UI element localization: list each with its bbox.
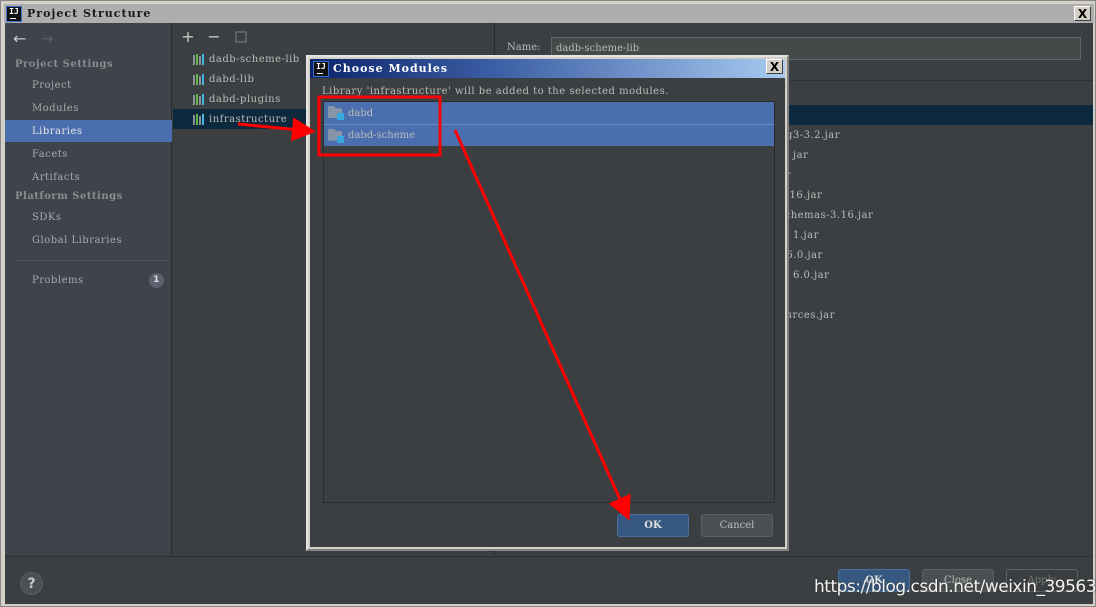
module-folder-icon	[328, 106, 344, 120]
watermark-text: https://blog.csdn.net/weixin_39563780	[814, 577, 1096, 597]
sidebar-item-label: Problems	[32, 274, 84, 286]
intellij-logo-icon: IJ	[6, 5, 22, 22]
library-label: dabd-plugins	[209, 93, 281, 105]
sidebar-item-project[interactable]: Project	[5, 74, 172, 96]
sidebar-item-facets[interactable]: Facets	[5, 143, 172, 165]
modal-close-button[interactable]: X	[766, 59, 783, 74]
library-label: dabd-lib	[209, 73, 255, 85]
sidebar-item-label: Artifacts	[32, 171, 81, 183]
add-library-button[interactable]: +	[181, 27, 195, 46]
project-settings-header: Project Settings	[15, 59, 114, 70]
sidebar-item-problems[interactable]: Problems 1	[5, 269, 172, 291]
module-label: dabd	[348, 107, 374, 119]
modal-title: Choose Modules	[333, 62, 449, 75]
module-item-selected[interactable]: dabd	[324, 102, 774, 124]
choose-modules-dialog: IJ Choose Modules X Library 'infrastruct…	[306, 55, 789, 551]
sidebar-item-modules[interactable]: Modules	[5, 97, 172, 119]
forward-arrow-icon[interactable]: →	[40, 29, 53, 48]
title-bar: IJ Project Structure	[4, 4, 1094, 23]
problems-count-badge: 1	[149, 272, 164, 288]
name-label: Name:	[507, 42, 541, 53]
window-title: Project Structure	[27, 7, 152, 20]
copy-icon[interactable]	[235, 30, 247, 43]
settings-sidebar: ← → Project Settings Project Modules Lib…	[5, 23, 172, 555]
library-icon	[193, 93, 204, 105]
intellij-logo-icon: IJ	[313, 60, 329, 77]
sidebar-item-label: Modules	[32, 102, 79, 114]
jar-entry[interactable]: jar	[793, 150, 808, 161]
sidebar-item-label: SDKs	[32, 211, 62, 223]
sidebar-item-global-libraries[interactable]: Global Libraries	[5, 229, 172, 251]
module-label: dabd-scheme	[348, 130, 416, 141]
library-icon	[193, 53, 204, 65]
window-close-button[interactable]: X	[1074, 6, 1091, 21]
sidebar-item-label: Global Libraries	[32, 234, 122, 246]
remove-library-button[interactable]: −	[207, 27, 221, 46]
sidebar-divider	[17, 260, 167, 261]
help-button[interactable]: ?	[20, 572, 43, 595]
modal-message: Library 'infrastructure' will be added t…	[322, 86, 669, 97]
jar-entry[interactable]: 1.jar	[793, 230, 819, 241]
modules-list: dabd dabd-scheme	[323, 101, 775, 503]
sidebar-item-label: Project	[32, 79, 72, 91]
jar-entry[interactable]: schemas-3.16.jar	[779, 210, 873, 221]
sidebar-item-label: Facets	[32, 148, 68, 160]
module-item-selected[interactable]: dabd-scheme	[324, 124, 774, 146]
library-icon	[193, 73, 204, 85]
sidebar-item-artifacts[interactable]: Artifacts	[5, 166, 172, 188]
modal-title-bar: IJ Choose Modules	[310, 59, 785, 78]
library-label: dadb-scheme-lib	[209, 53, 300, 65]
jar-entry[interactable]: 6.0.jar	[793, 270, 829, 281]
sidebar-item-label: Libraries	[32, 125, 83, 137]
sidebar-item-sdks[interactable]: SDKs	[5, 206, 172, 228]
library-label: infrastructure	[209, 113, 288, 125]
sidebar-item-libraries[interactable]: Libraries	[5, 120, 172, 142]
modal-body: Library 'infrastructure' will be added t…	[310, 78, 785, 547]
library-icon	[193, 113, 204, 125]
modal-ok-button[interactable]: OK	[617, 514, 689, 537]
platform-settings-header: Platform Settings	[15, 191, 123, 202]
module-folder-icon	[328, 128, 344, 143]
back-arrow-icon[interactable]: ←	[13, 29, 26, 48]
modal-cancel-button[interactable]: Cancel	[701, 514, 773, 537]
